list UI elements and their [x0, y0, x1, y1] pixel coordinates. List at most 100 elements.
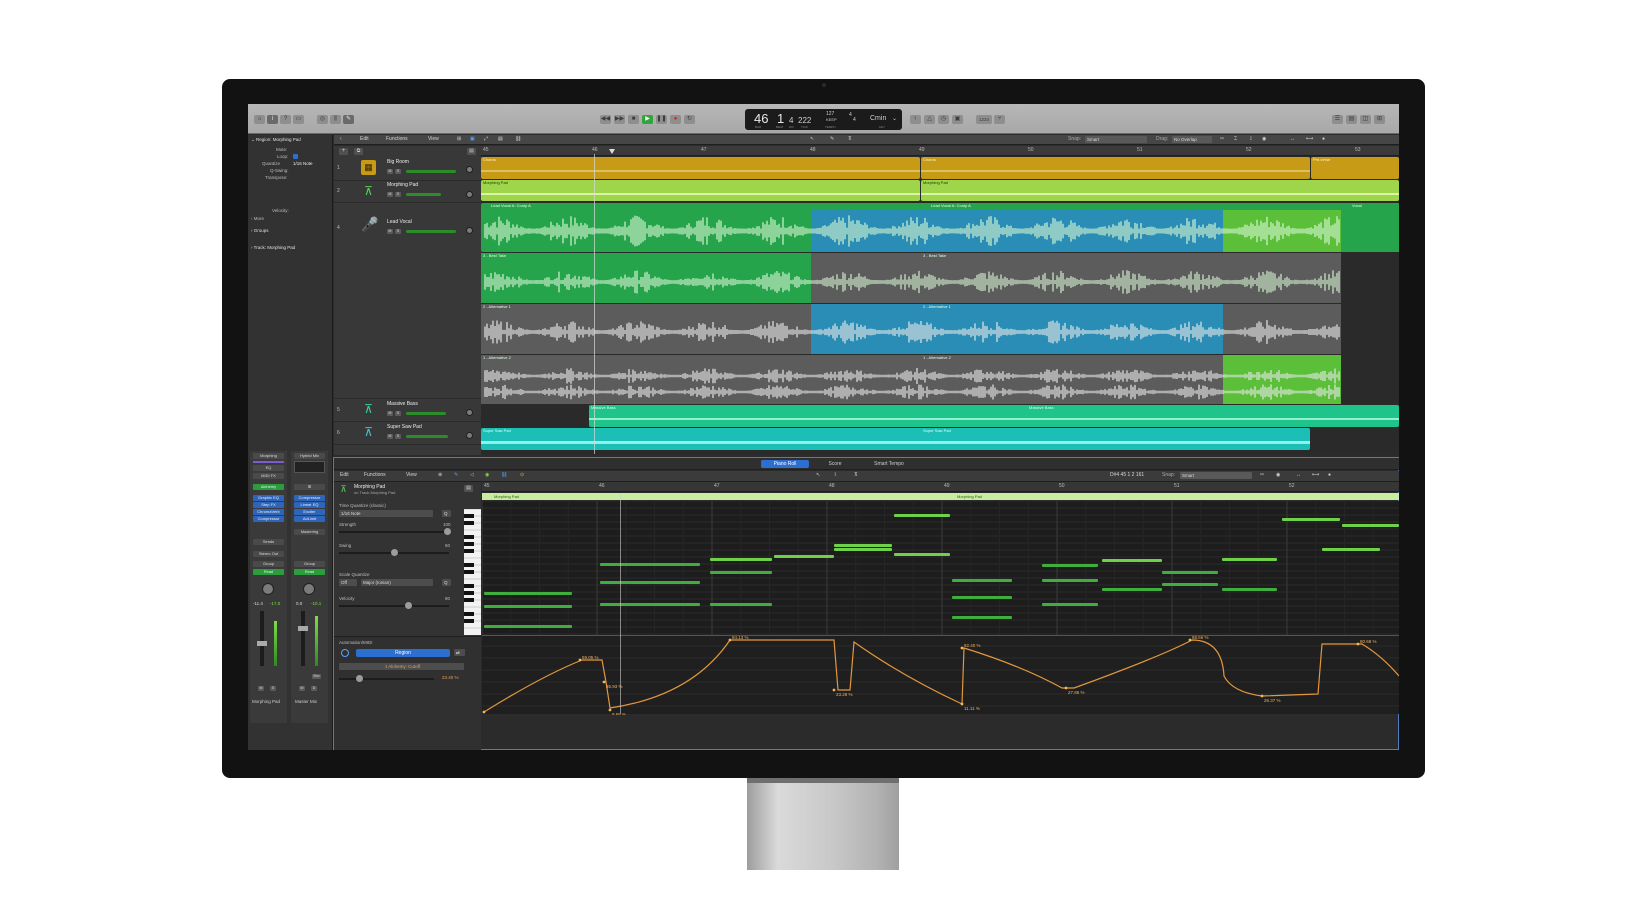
list-editors-icon[interactable]: ☰	[1332, 115, 1343, 124]
track-name[interactable]: Super Saw Pad	[387, 424, 422, 430]
bar-ruler[interactable]: 45 46 47 48 49 50 51 52 53	[481, 146, 1399, 156]
region-morphing-pad[interactable]: Morphing Pad	[481, 180, 920, 201]
brush-tool-icon[interactable]: ⌇	[834, 472, 836, 478]
region-massive-bass[interactable]: Massive Bass Massive Bass	[589, 405, 1399, 427]
zoom-in-icon[interactable]: ⌶	[1234, 136, 1237, 142]
link-icon[interactable]: ⛓	[515, 136, 521, 142]
mute-button[interactable]: M	[387, 169, 393, 174]
loop-browser-icon[interactable]: ◫	[1360, 115, 1371, 124]
scissors-icon[interactable]: ✂	[1220, 136, 1224, 142]
loop-row[interactable]: Loop:	[277, 154, 288, 159]
volume-slider[interactable]	[406, 230, 456, 233]
note-pad-icon[interactable]: ▤	[1346, 115, 1357, 124]
mute-button[interactable]: M	[387, 434, 393, 439]
flex-icon[interactable]: ⤢	[484, 136, 488, 142]
bounce-button[interactable]: Bnc	[312, 674, 321, 679]
solo-button[interactable]: S	[270, 686, 276, 691]
tab-piano-roll[interactable]: Piano Roll	[761, 460, 809, 468]
scale-quantize-off[interactable]: Off	[339, 579, 357, 586]
eq-thumbnail[interactable]	[253, 461, 284, 463]
scale-select[interactable]: Major (Ionian)	[361, 579, 433, 586]
count-in-icon[interactable]: ◷	[938, 115, 949, 124]
tuner-fork-icon[interactable]: ⑂	[994, 115, 1005, 124]
mute-button[interactable]: M	[387, 192, 393, 197]
velocity-tool-icon[interactable]: ⊼	[854, 472, 858, 478]
plugin-slot[interactable]: Step FX	[253, 502, 284, 508]
zoom-level[interactable]: ⟷	[1306, 136, 1313, 142]
metronome-icon[interactable]: △	[924, 115, 935, 124]
editor-ruler[interactable]: 45 46 47 48 49 50 51 52	[482, 482, 1399, 492]
pointer-tool-icon[interactable]: ↖	[816, 472, 820, 478]
instrument-slot[interactable]: ⊞	[294, 484, 325, 490]
zoom-slider[interactable]: ◉	[1262, 136, 1266, 142]
swing-knob[interactable]	[391, 549, 398, 556]
tab-score[interactable]: Score	[817, 460, 853, 468]
dim-button[interactable]: D	[311, 686, 317, 691]
transpose-row[interactable]: Transpose:	[265, 175, 287, 180]
view-menu[interactable]: View	[406, 472, 417, 478]
pan-knob[interactable]	[466, 432, 473, 439]
pencil-tool-icon[interactable]: ✎	[830, 136, 834, 142]
pause-icon[interactable]: ❚❚	[656, 115, 667, 124]
strength-slider[interactable]	[339, 531, 449, 533]
plugin-slot[interactable]: Exciter	[294, 509, 325, 515]
tab-smart-tempo[interactable]: Smart Tempo	[861, 460, 917, 468]
region-super-saw-pad[interactable]: Super Saw Pad Super Saw Pad	[481, 428, 1310, 450]
group-slot[interactable]: Group	[294, 561, 325, 567]
groups-row[interactable]: › Groups	[251, 228, 269, 233]
volume-slider[interactable]	[406, 170, 456, 173]
replace-icon[interactable]: ▣	[952, 115, 963, 124]
automation-mode[interactable]: Read	[294, 569, 325, 575]
mastering-slot[interactable]: Mastering	[294, 529, 325, 535]
scale-quantize-button[interactable]: Q	[442, 579, 451, 586]
track-header-morphing-pad[interactable]: 2 ⊼ Morphing Pad M S	[334, 181, 481, 203]
region-inspector-header[interactable]: ⌄ Region: Morphing Pad	[251, 137, 301, 143]
solo-button[interactable]: S	[395, 169, 401, 174]
zoom-slider[interactable]: ◉	[1276, 472, 1280, 478]
track-name[interactable]: Lead Vocal	[387, 219, 412, 225]
sends-slot[interactable]: Sends	[253, 539, 284, 545]
zoom-fit-icon[interactable]: ↔	[1296, 472, 1301, 478]
pencil-tool-icon[interactable]: ✎	[454, 472, 458, 478]
plugin-slot[interactable]: AdLimit	[294, 516, 325, 522]
functions-menu[interactable]: Functions	[386, 136, 408, 142]
inspector-button[interactable]: i	[267, 115, 278, 124]
forward-icon[interactable]: ▶▶	[614, 115, 625, 124]
solo-button[interactable]: S	[395, 411, 401, 416]
track-name[interactable]: Massive Bass	[387, 401, 418, 407]
rewind-icon[interactable]: ◀◀	[600, 115, 611, 124]
eq-slot[interactable]: EQ	[253, 465, 284, 471]
mute-button[interactable]: M	[387, 229, 393, 234]
pan-knob[interactable]	[466, 409, 473, 416]
track-header-big-room[interactable]: 1 ▦ Big Room M S	[334, 157, 481, 181]
track-header-super-saw-pad[interactable]: 6 ⊼ Super Saw Pad M S	[334, 422, 481, 445]
midi-in-icon[interactable]: ⊕	[438, 472, 442, 478]
quantize-button[interactable]: Q	[442, 510, 451, 517]
tuner-icon[interactable]: ♮	[910, 115, 921, 124]
setting-button[interactable]: Hybrid Mix	[294, 453, 325, 459]
zoom-slider-knob[interactable]: ●	[1328, 472, 1331, 478]
q-swing-row[interactable]: Q-Swing:	[270, 168, 289, 173]
editor-playhead[interactable]	[620, 493, 621, 714]
automation-expand-icon[interactable]: ⇄	[454, 649, 465, 656]
stop-icon[interactable]: ■	[628, 115, 639, 124]
automation-mode-select[interactable]: Region	[356, 649, 450, 657]
scissors-icon[interactable]: ✂	[1260, 472, 1264, 478]
setting-button[interactable]: Morphing	[253, 453, 284, 459]
track-name[interactable]: Morphing Pad	[387, 182, 418, 188]
edit-menu[interactable]: Edit	[340, 472, 349, 478]
lcd-display[interactable]: 46 1 4 222 BAR BEAT DIV TICK 127 KEEP TE…	[745, 109, 902, 130]
back-icon[interactable]: ‹	[340, 136, 342, 142]
zoom-slider-knob[interactable]: ●	[1322, 136, 1325, 142]
track-inspector-header[interactable]: › Track: Morphing Pad	[251, 245, 295, 250]
mute-button[interactable]: M	[258, 686, 264, 691]
more-row[interactable]: › More	[251, 216, 264, 221]
mute-button[interactable]: M	[299, 686, 305, 691]
midi-out-icon[interactable]: ◁	[470, 472, 474, 478]
plugin-slot[interactable]: Compressor	[253, 516, 284, 522]
smart-controls-icon[interactable]: ◎	[317, 115, 328, 124]
midi-fx-slot[interactable]: MIDI FX	[253, 473, 284, 479]
drag-select[interactable]: No Overlap	[1172, 136, 1212, 143]
add-track-button[interactable]: +	[339, 148, 348, 155]
duplicate-track-icon[interactable]: ⧉	[354, 148, 363, 155]
